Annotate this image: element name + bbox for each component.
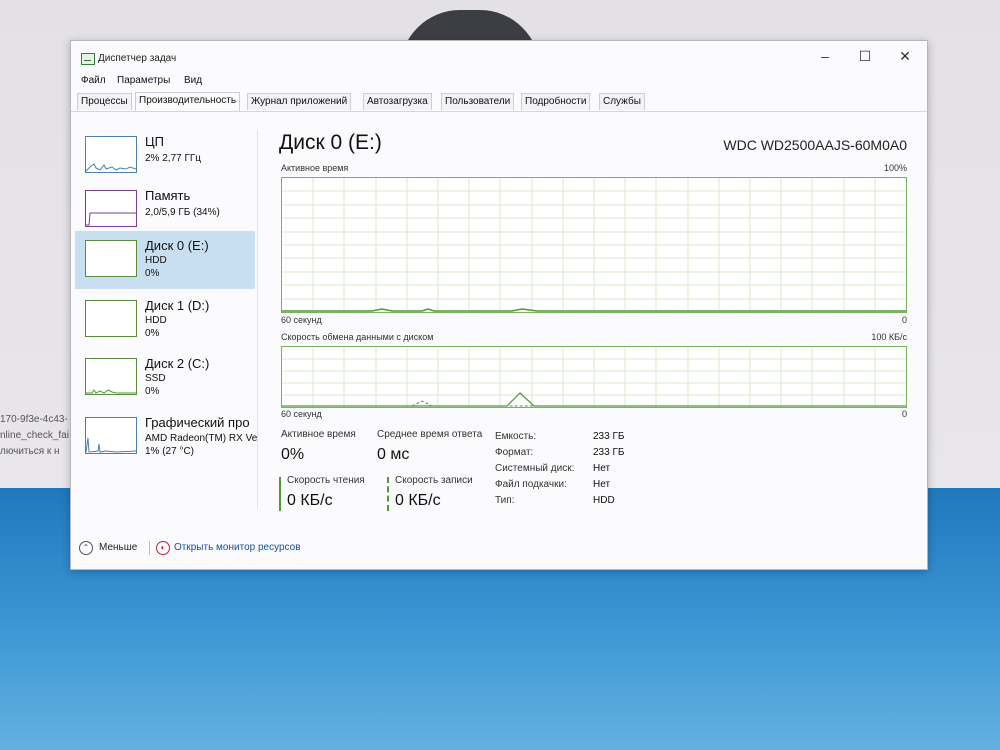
response-time-stat-value: 0 мс [377,446,410,463]
sidebar-item-usage: 0% [145,386,160,397]
capacity-label: Емкость: [495,431,537,442]
sidebar-item-type: HDD [145,255,167,266]
tab-performance[interactable]: Производительность [135,92,241,111]
tab-app-history[interactable]: Журнал приложений [247,93,352,110]
format-value: 233 ГБ [593,447,625,458]
transfer-rate-graph-xlabel: 60 секунд [281,409,322,419]
sidebar-item-detail: 2,0/5,9 ГБ (34%) [145,207,220,218]
resource-sidebar: ЦП 2% 2,77 ГГц Память 2,0/5,9 ГБ (34%) Д… [71,121,257,521]
open-resource-monitor-link[interactable]: Открыть монитор ресурсов [174,542,301,553]
active-time-graph-xlabel: 60 секунд [281,315,322,325]
active-time-stat-value: 0% [281,446,305,463]
menu-file[interactable]: Файл [81,75,106,86]
tab-divider [71,111,927,112]
tab-processes[interactable]: Процессы [77,93,132,110]
read-speed-label: Скорость чтения [287,475,365,486]
sidebar-item-adapter: AMD Radeon(TM) RX Ve [145,433,258,444]
tab-startup[interactable]: Автозагрузка [363,93,432,110]
read-speed-indicator [279,477,281,511]
fewer-details-link[interactable]: Меньше [99,542,137,553]
task-manager-window: Диспетчер задач – ☐ ✕ Файл Параметры Вид… [70,40,928,570]
disk-type-label: Тип: [495,495,515,506]
disk-model: WDC WD2500AAJS-60M0A0 [723,137,907,153]
read-speed-value: 0 КБ/с [287,492,333,509]
title-bar[interactable]: Диспетчер задач – ☐ ✕ [71,41,927,71]
sidebar-item-title: Диск 0 (E:) [145,238,209,253]
sidebar-item-disk-1[interactable]: Диск 1 (D:) HDD 0% [75,291,255,349]
write-speed-label: Скорость записи [395,475,473,486]
sidebar-item-title: Память [145,188,191,203]
minimize-button[interactable]: – [805,45,845,67]
active-time-stat-label: Активное время [281,429,356,440]
sidebar-item-usage: 0% [145,268,160,279]
page-file-value: Нет [593,479,611,490]
close-button[interactable]: ✕ [885,45,925,67]
cpu-thumbnail-graph [85,136,137,173]
transfer-rate-graph-label: Скорость обмена данными с диском [281,332,434,342]
write-speed-value: 0 КБ/с [395,492,441,509]
format-label: Формат: [495,447,534,458]
sidebar-item-usage: 0% [145,328,160,339]
menu-options[interactable]: Параметры [117,75,170,86]
memory-thumbnail-graph [85,190,137,227]
resource-monitor-icon[interactable]: ◐ [156,541,170,555]
background-text: nline_check_fai [0,430,69,441]
transfer-rate-graph-min: 0 [901,409,907,419]
disk-title: Диск 0 (E:) [279,131,382,154]
capacity-value: 233 ГБ [593,431,625,442]
tab-users[interactable]: Пользователи [441,93,515,110]
sidebar-item-disk-2[interactable]: Диск 2 (C:) SSD 0% [75,349,255,407]
active-time-graph-label: Активное время [281,163,349,173]
response-time-stat-label: Среднее время ответа [377,429,483,440]
tab-details[interactable]: Подробности [521,93,591,110]
system-disk-label: Системный диск: [495,463,575,474]
background-text: 170-9f3e-4c43- [0,414,68,425]
sidebar-item-gpu[interactable]: Графический про AMD Radeon(TM) RX Ve 1% … [75,408,258,466]
footer-divider [149,541,150,555]
active-time-graph [281,177,907,313]
transfer-rate-graph [281,346,907,408]
sidebar-item-disk-0[interactable]: Диск 0 (E:) HDD 0% [75,231,255,289]
chevron-up-icon[interactable]: ⌃ [79,541,93,555]
sidebar-item-type: SSD [145,373,166,384]
active-time-graph-min: 0 [901,315,907,325]
sidebar-item-title: Диск 2 (C:) [145,356,210,371]
window-title: Диспетчер задач [98,53,177,64]
menu-view[interactable]: Вид [184,75,202,86]
gpu-thumbnail-graph [85,417,137,454]
active-time-graph-max: 100% [883,163,907,173]
footer-bar: ⌃ Меньше ◐ Открыть монитор ресурсов [71,537,927,565]
sidebar-item-cpu[interactable]: ЦП 2% 2,77 ГГц [75,127,255,185]
task-manager-icon [81,53,95,65]
sidebar-divider [257,129,258,509]
background-text: лючиться к н [0,446,60,457]
sidebar-item-usage: 1% (27 °C) [145,446,195,457]
sidebar-item-title: Диск 1 (D:) [145,298,210,313]
disk-1-thumbnail-graph [85,300,137,337]
sidebar-item-title: Графический про [145,415,250,430]
menu-bar: Файл Параметры Вид [71,73,927,89]
sidebar-item-detail: 2% 2,77 ГГц [145,153,202,164]
system-disk-value: Нет [593,463,611,474]
tab-services[interactable]: Службы [599,93,645,110]
disk-2-thumbnail-graph [85,358,137,395]
page-file-label: Файл подкачки: [495,479,567,490]
maximize-button[interactable]: ☐ [845,45,885,67]
write-speed-indicator [387,477,389,511]
disk-type-value: HDD [593,495,615,506]
sidebar-item-type: HDD [145,315,167,326]
disk-0-thumbnail-graph [85,240,137,277]
transfer-rate-graph-max: 100 КБ/с [871,332,907,342]
sidebar-item-title: ЦП [145,134,164,149]
